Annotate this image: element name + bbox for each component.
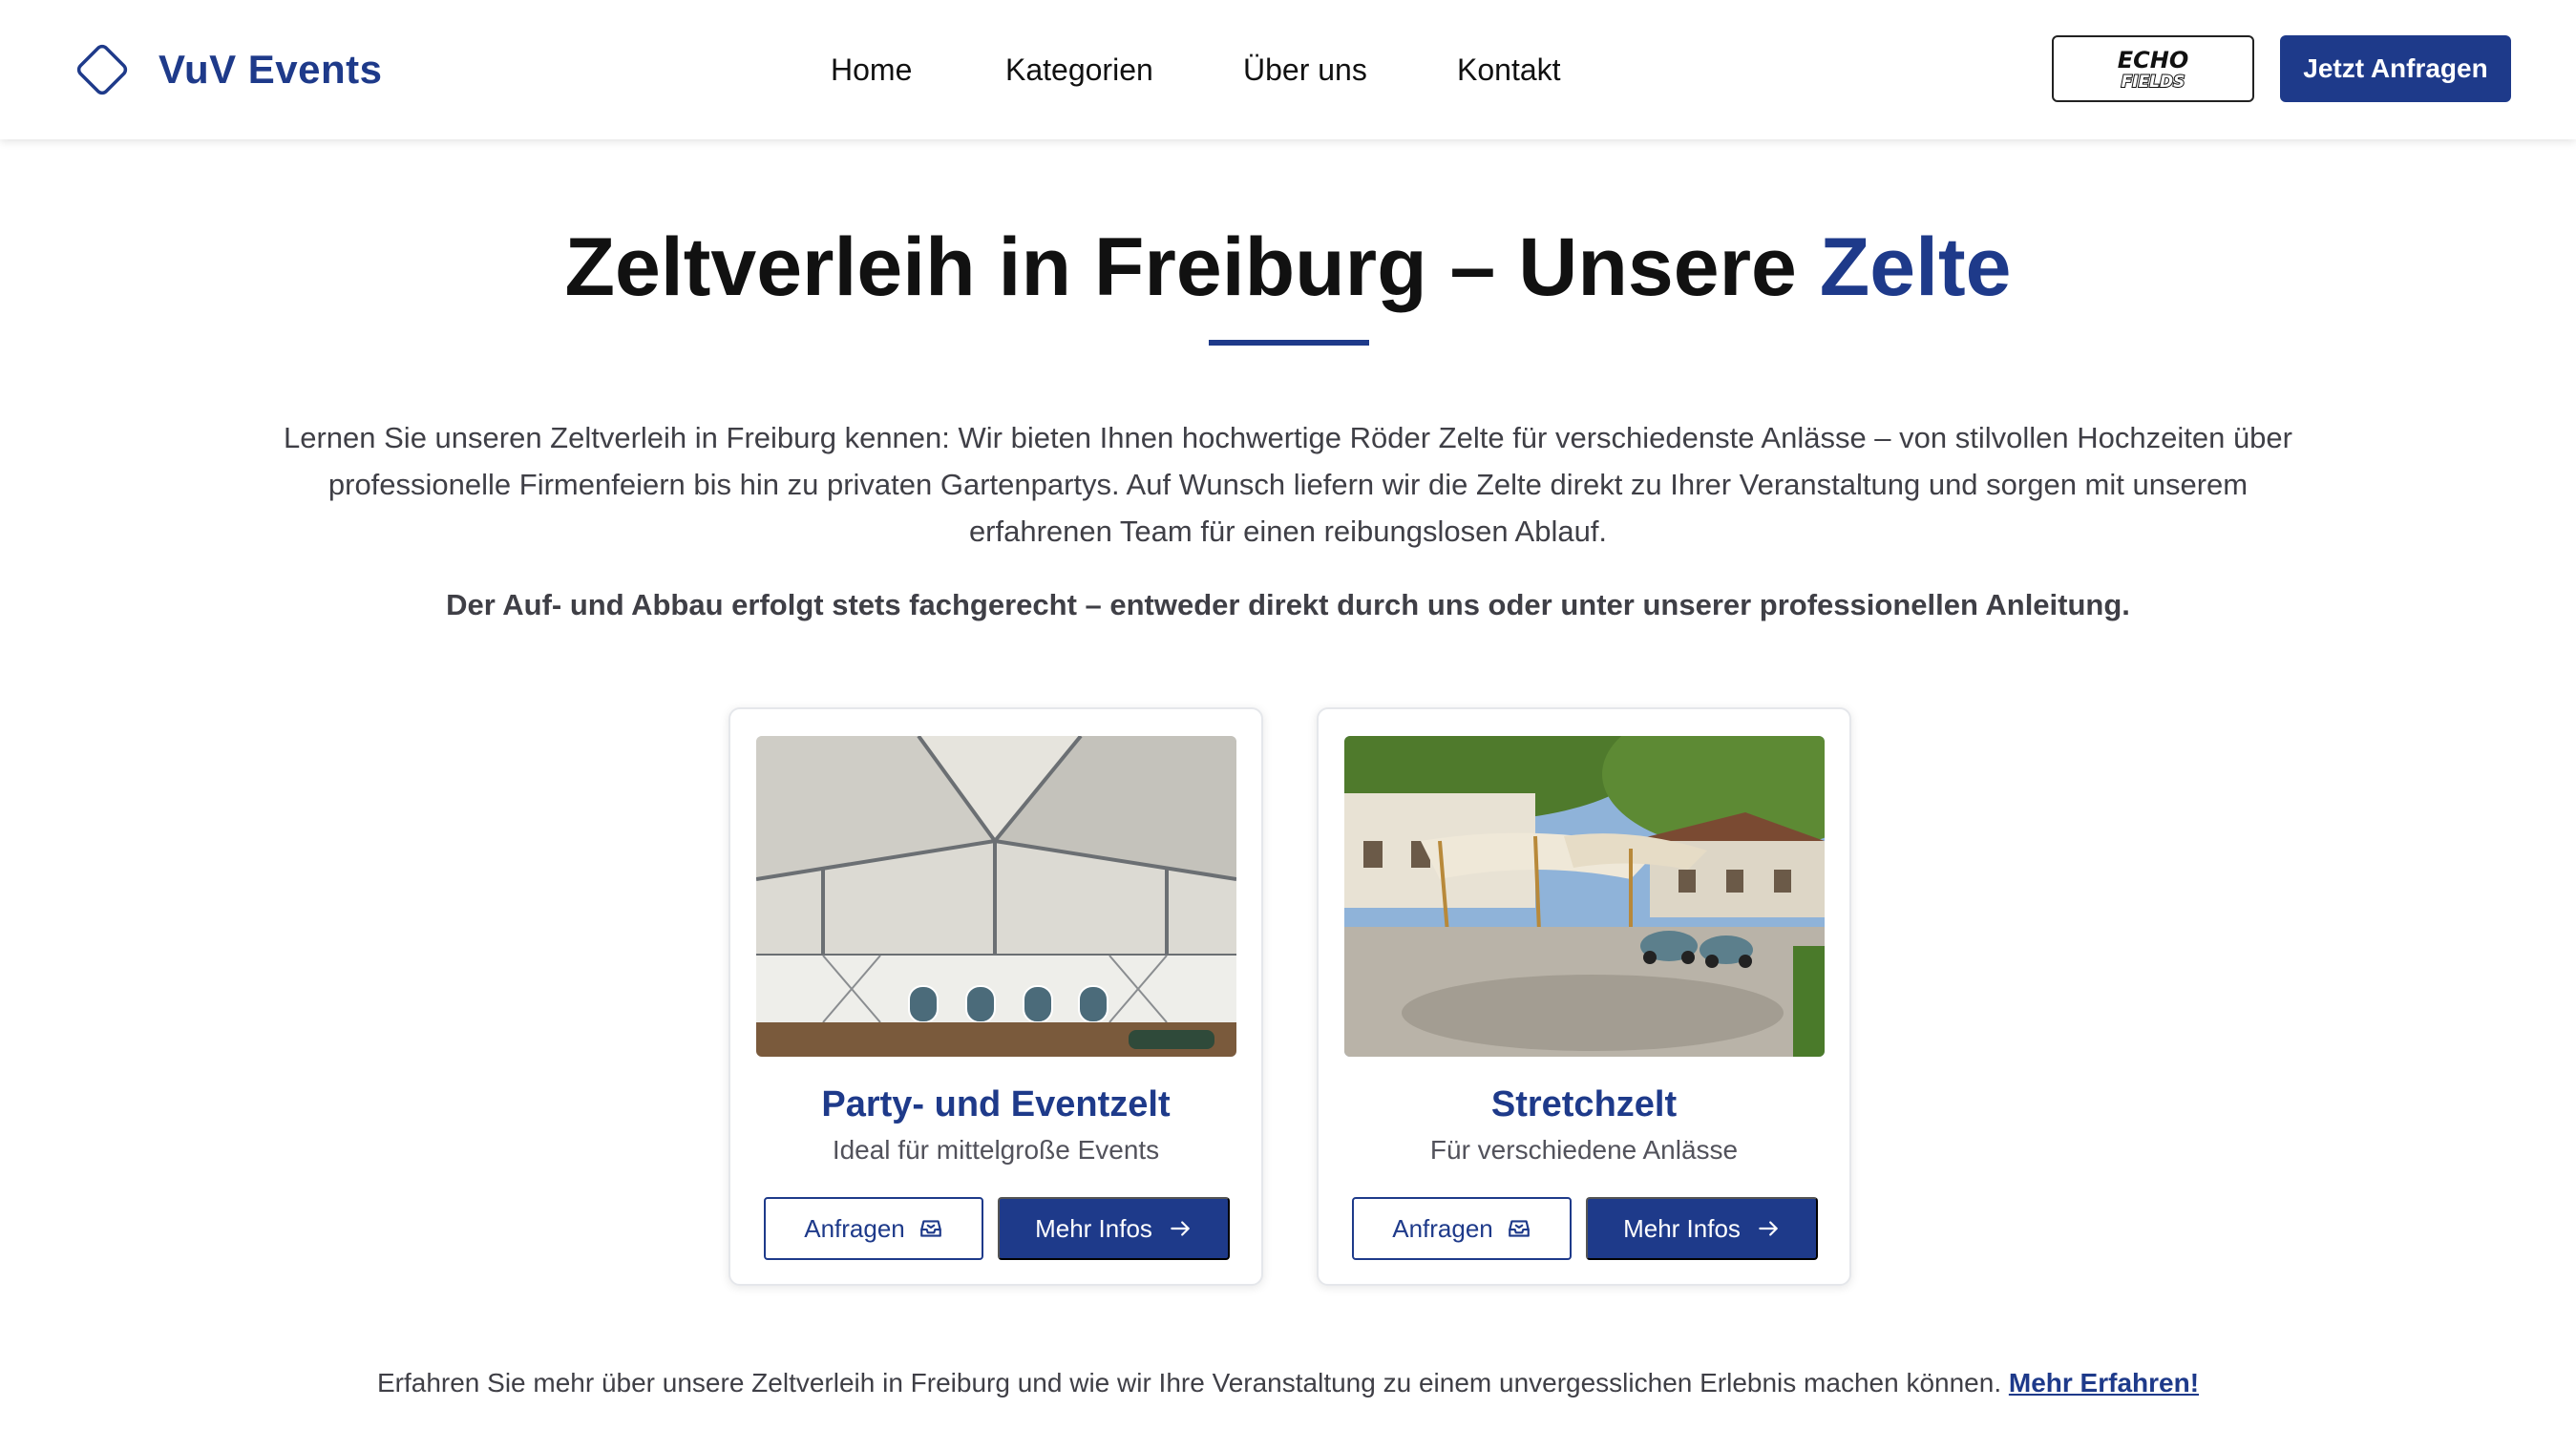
echo-fields-logo-icon: ECHO FIELDS xyxy=(2118,47,2189,93)
party-tent-image[interactable] xyxy=(756,736,1236,1057)
title-accent: Zelte xyxy=(1819,221,2012,313)
intro-paragraph: Lernen Sie unseren Zeltverleih in Freibu… xyxy=(283,421,2292,548)
card-title: Stretchzelt xyxy=(1490,1084,1678,1124)
product-card-party-zelt: Party- und Eventzelt Ideal für mittelgro… xyxy=(728,707,1263,1286)
footer-text: Erfahren Sie mehr über unsere Zeltverlei… xyxy=(376,1368,2009,1397)
jetzt-anfragen-button[interactable]: Jetzt Anfragen xyxy=(2280,35,2511,102)
diamond-logo-icon xyxy=(76,44,128,95)
mehr-infos-label: Mehr Infos xyxy=(1623,1213,1741,1243)
anfragen-label: Anfragen xyxy=(804,1213,905,1243)
brand-name: VuV Events xyxy=(158,47,383,92)
title-underline-divider xyxy=(1209,340,1369,346)
anfragen-button[interactable]: Anfragen xyxy=(764,1197,983,1260)
arrow-right-icon xyxy=(1171,1221,1190,1236)
page-title: Zeltverleih in Freiburg – Unsere Zelte xyxy=(0,215,2576,320)
arrow-right-icon xyxy=(1759,1221,1778,1236)
card-title: Party- und Eventzelt xyxy=(821,1084,1171,1124)
echo-fields-partner-logo[interactable]: ECHO FIELDS xyxy=(2052,35,2254,102)
nav-ueber-uns[interactable]: Über uns xyxy=(1243,48,1367,92)
svg-text:FIELDS: FIELDS xyxy=(2122,73,2185,92)
inbox-icon xyxy=(1508,1220,1530,1237)
anfragen-button[interactable]: Anfragen xyxy=(1352,1197,1572,1260)
mehr-infos-button[interactable]: Mehr Infos xyxy=(998,1197,1230,1260)
inbox-icon xyxy=(919,1220,941,1237)
product-card-stretchzelt: Stretchzelt Für verschiedene Anlässe Anf… xyxy=(1317,707,1851,1286)
mehr-erfahren-link[interactable]: Mehr Erfahren! xyxy=(2009,1368,2199,1397)
brand-logo[interactable]: VuV Events xyxy=(71,38,383,101)
nav-kontakt[interactable]: Kontakt xyxy=(1457,48,1561,92)
footer-info-text: Erfahren Sie mehr über unsere Zeltverlei… xyxy=(0,1368,2576,1398)
intro-bold-paragraph: Der Auf- und Abbau erfolgt stets fachger… xyxy=(446,588,2130,621)
nav-home[interactable]: Home xyxy=(831,48,912,92)
card-subtitle: Für verschiedene Anlässe xyxy=(1429,1135,1739,1165)
anfragen-label: Anfragen xyxy=(1392,1213,1493,1243)
svg-text:ECHO: ECHO xyxy=(2118,47,2189,74)
nav-kategorien[interactable]: Kategorien xyxy=(1005,48,1153,92)
stretch-tent-image[interactable] xyxy=(1344,736,1825,1057)
mehr-infos-label: Mehr Infos xyxy=(1035,1213,1152,1243)
title-main: Zeltverleih in Freiburg – Unsere xyxy=(564,221,1820,313)
mehr-infos-button[interactable]: Mehr Infos xyxy=(1586,1197,1818,1260)
card-subtitle: Ideal für mittelgroße Events xyxy=(832,1135,1160,1165)
site-header: VuV Events Home Kategorien Über uns Kont… xyxy=(0,0,2576,139)
